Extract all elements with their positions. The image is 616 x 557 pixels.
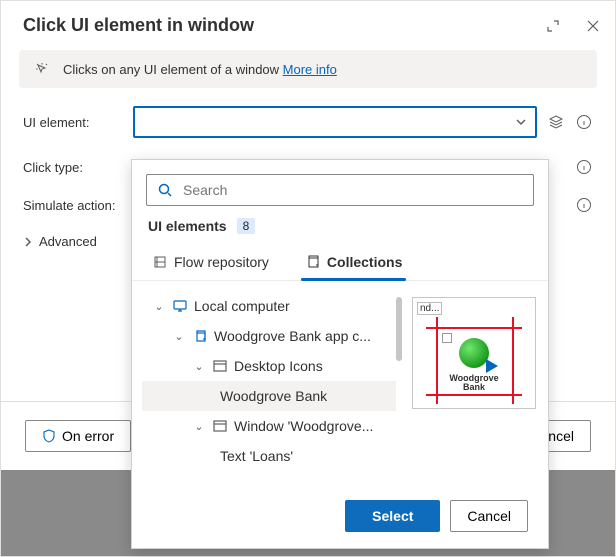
dialog-title: Click UI element in window [23, 15, 254, 36]
ui-element-label: UI element: [23, 115, 133, 130]
copy-icon [192, 328, 208, 344]
scrollbar[interactable] [396, 297, 402, 361]
collections-icon [305, 254, 321, 270]
tab-collections[interactable]: Collections [301, 246, 406, 280]
tree: ⌄ Local computer ⌄ Woodgrove Bank app c.… [142, 291, 396, 484]
tree-label: Window 'Woodgrove... [234, 418, 373, 434]
close-icon[interactable] [585, 18, 601, 34]
search-icon [157, 182, 173, 198]
tree-node-app-collection[interactable]: ⌄ Woodgrove Bank app c... [142, 321, 396, 351]
count-badge: 8 [237, 218, 256, 234]
layers-icon[interactable] [547, 113, 565, 131]
simulate-action-label: Simulate action: [23, 198, 133, 213]
tree-label: Desktop Icons [234, 358, 323, 374]
chevron-down-icon[interactable]: ⌄ [192, 420, 206, 433]
cursor-click-icon [33, 60, 51, 78]
chevron-down-icon[interactable]: ⌄ [152, 300, 166, 313]
expand-icon[interactable] [545, 18, 561, 34]
info-icon[interactable] [575, 158, 593, 176]
tree-label: Woodgrove Bank [220, 388, 327, 404]
tree-node-local-computer[interactable]: ⌄ Local computer [142, 291, 396, 321]
window-icon [212, 358, 228, 374]
preview-thumbnail: WoodgroveBank [426, 317, 522, 404]
window-icon [212, 418, 228, 434]
search-input-wrapper[interactable] [146, 174, 534, 206]
info-text: Clicks on any UI element of a window Mor… [63, 62, 337, 77]
chevron-down-icon[interactable]: ⌄ [192, 360, 206, 373]
dropdown-cancel-button[interactable]: Cancel [450, 500, 528, 532]
tree-label: Local computer [194, 298, 290, 314]
tree-label: Text 'Loans' [220, 448, 293, 464]
shield-icon [42, 429, 56, 443]
tree-label: Woodgrove Bank app c... [214, 328, 371, 344]
monitor-icon [172, 298, 188, 314]
select-button[interactable]: Select [345, 500, 440, 532]
tree-node-woodgrove-bank[interactable]: Woodgrove Bank [142, 381, 396, 411]
info-icon[interactable] [575, 196, 593, 214]
tree-node-window-woodgrove[interactable]: ⌄ Window 'Woodgrove... [142, 411, 396, 441]
repository-icon [152, 254, 168, 270]
tree-node-text-loans[interactable]: Text 'Loans' [142, 441, 396, 471]
section-title: UI elements [148, 218, 227, 234]
chevron-down-icon[interactable]: ⌄ [172, 330, 186, 343]
tree-node-desktop-icons[interactable]: ⌄ Desktop Icons [142, 351, 396, 381]
chevron-right-icon [23, 237, 33, 247]
ui-element-picker: UI elements 8 Flow repository Collection… [131, 159, 549, 549]
chevron-down-icon [515, 116, 527, 128]
click-type-label: Click type: [23, 160, 133, 175]
search-input[interactable] [183, 182, 523, 198]
tab-flow-repository[interactable]: Flow repository [148, 246, 273, 280]
ui-element-select[interactable] [133, 106, 537, 138]
preview-clip-label: nd... [417, 302, 442, 315]
on-error-button[interactable]: On error [25, 420, 131, 452]
info-icon[interactable] [575, 113, 593, 131]
info-banner: Clicks on any UI element of a window Mor… [19, 50, 597, 88]
preview-pane: nd... WoodgroveBank [412, 297, 536, 409]
more-info-link[interactable]: More info [283, 62, 337, 77]
